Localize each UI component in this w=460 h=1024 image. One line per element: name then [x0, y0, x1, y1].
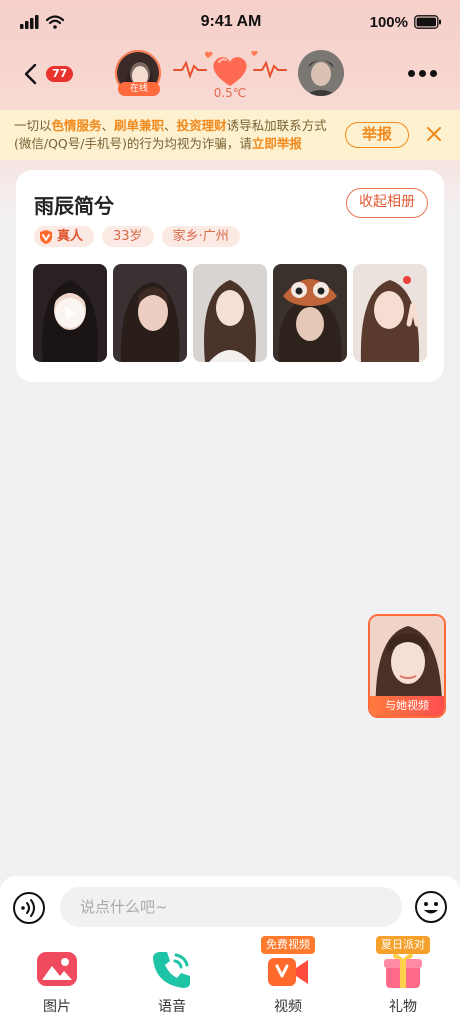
free-video-badge: 免费视频: [261, 936, 315, 954]
album-video-thumbnail[interactable]: [33, 264, 107, 362]
status-left: [20, 15, 110, 29]
verified-label: 真人: [57, 229, 84, 244]
warning-highlight[interactable]: 立即举报: [252, 136, 302, 151]
profile-tags: 真人 33岁 家乡·广州: [34, 226, 240, 247]
warning-text: 一切以色情服务、刷单兼职、投资理财诱导私加联系方式(微信/QQ号/手机号)的行为…: [14, 117, 342, 153]
photo-image: [113, 264, 187, 362]
collapse-album-button[interactable]: 收起相册: [346, 188, 428, 218]
battery-icon: [414, 15, 441, 29]
warning-highlight: 投资理财: [176, 118, 227, 133]
message-input-bar: [0, 876, 460, 938]
tab-icon-wrap: 免费视频: [261, 936, 315, 992]
wifi-icon: [46, 15, 64, 29]
photo-image: [273, 264, 347, 362]
picture-icon: [37, 952, 77, 986]
play-icon[interactable]: [55, 298, 85, 328]
online-status-tag: 在线: [118, 82, 160, 96]
hometown-tag: 家乡·广州: [161, 226, 240, 247]
status-right: 100%: [352, 14, 442, 31]
battery-percent: 100%: [369, 13, 408, 31]
intimacy-temperature: 0.5℃: [213, 86, 247, 100]
tab-icon-wrap: [34, 946, 80, 992]
close-icon[interactable]: [426, 126, 442, 142]
video-call-floating-button[interactable]: 与她视频: [368, 614, 446, 718]
album-photo[interactable]: [193, 264, 267, 362]
report-button[interactable]: 举报: [345, 122, 409, 148]
photo-album: [33, 264, 427, 362]
phone-icon: [153, 952, 190, 988]
my-avatar-image: [298, 50, 344, 96]
profile-card: 雨辰简兮 收起相册 真人 33岁 家乡·广州: [16, 170, 444, 382]
fraud-warning-banner: 一切以色情服务、刷单兼职、投资理财诱导私加联系方式(微信/QQ号/手机号)的行为…: [0, 110, 460, 160]
album-photo[interactable]: [353, 264, 427, 362]
verified-tag: 真人: [34, 226, 95, 247]
my-avatar[interactable]: [298, 50, 344, 96]
tab-icon-wrap: 夏日派对: [376, 936, 430, 992]
message-input[interactable]: [60, 887, 402, 927]
tab-gift[interactable]: 夏日派对 礼物: [363, 936, 443, 1016]
warning-highlight: 色情服务: [51, 118, 102, 133]
back-icon[interactable]: [20, 62, 44, 86]
tab-picture[interactable]: 图片: [17, 946, 97, 1016]
summer-party-badge: 夏日派对: [376, 936, 430, 954]
tab-voice[interactable]: 语音: [132, 946, 212, 1016]
unread-badge: 77: [46, 66, 74, 82]
tab-video[interactable]: 免费视频 视频: [248, 936, 328, 1016]
tab-label: 图片: [43, 999, 71, 1015]
verified-v-icon: [40, 229, 52, 244]
action-tab-bar: 图片 语音 免费视频 视频 夏日派对 礼物: [0, 936, 460, 1024]
profile-name: 雨辰简兮: [34, 194, 114, 218]
more-options-icon[interactable]: [408, 70, 438, 80]
video-float-label: 与她视频: [370, 696, 444, 716]
warning-fragment: 、: [101, 118, 115, 133]
album-photo[interactable]: [273, 264, 347, 362]
warning-highlight: 刷单兼职: [114, 118, 165, 133]
clock: 9:41 AM: [200, 13, 262, 30]
voice-input-icon[interactable]: [12, 891, 46, 925]
tab-label: 语音: [158, 999, 186, 1015]
photo-image: [353, 264, 427, 362]
signal-icon: [20, 15, 39, 29]
tab-label: 礼物: [389, 999, 417, 1015]
photo-image: [193, 264, 267, 362]
tab-icon-wrap: [149, 946, 195, 992]
tab-label: 视频: [274, 999, 302, 1015]
warning-fragment: 一切以: [14, 118, 52, 133]
age-tag: 33岁: [102, 226, 154, 247]
chat-nav: 77 0.5℃: [0, 44, 460, 106]
emoji-icon[interactable]: [414, 890, 448, 924]
album-photo[interactable]: [113, 264, 187, 362]
warning-fragment: 、: [164, 118, 177, 133]
status-bar: 9:41 AM 100%: [0, 0, 460, 44]
